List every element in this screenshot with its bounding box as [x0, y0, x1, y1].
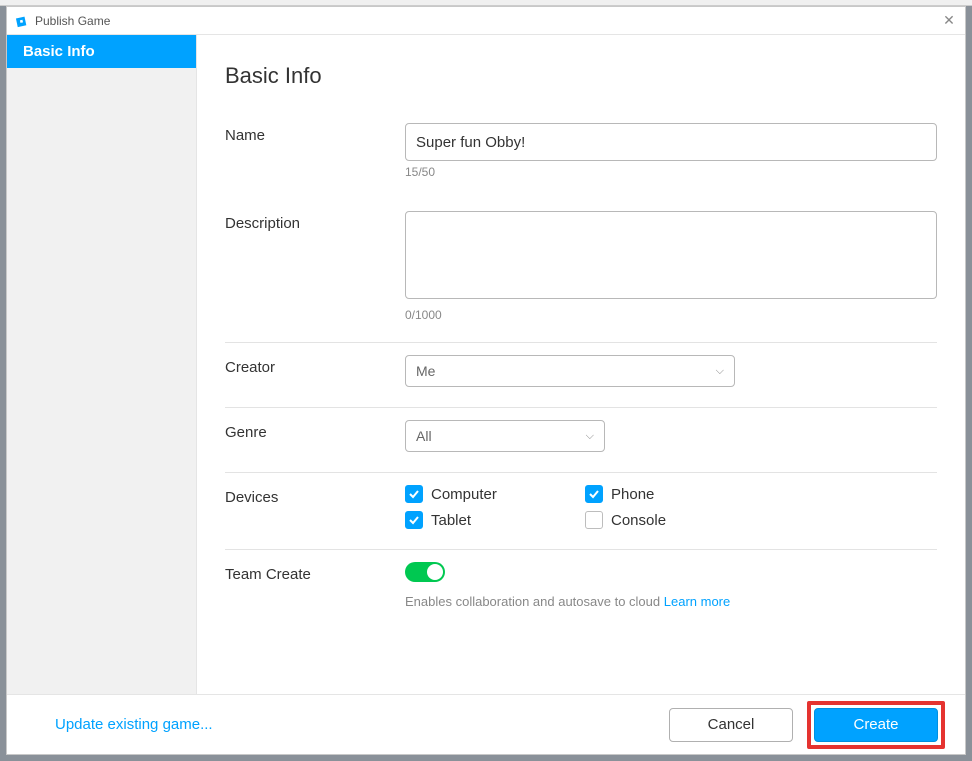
update-existing-link[interactable]: Update existing game...	[55, 716, 213, 733]
checkbox-icon	[405, 511, 423, 529]
team-create-helper: Enables collaboration and autosave to cl…	[405, 594, 937, 609]
row-name: Name 15/50	[225, 111, 937, 199]
checkbox-icon	[585, 485, 603, 503]
row-creator: Creator Me ⌵	[225, 343, 937, 408]
creator-select[interactable]: Me ⌵	[405, 355, 735, 387]
team-create-toggle[interactable]	[405, 562, 445, 582]
content: Basic Info Name 15/50 Description 0/1000	[197, 35, 965, 694]
genre-value: All	[416, 428, 432, 444]
footer: Update existing game... Cancel Create	[7, 694, 965, 754]
devices-label: Devices	[225, 485, 405, 529]
device-phone[interactable]: Phone	[585, 485, 765, 503]
sidebar-item-basic-info[interactable]: Basic Info	[7, 35, 196, 68]
description-counter: 0/1000	[405, 308, 937, 322]
genre-label: Genre	[225, 420, 405, 452]
publish-game-modal: Publish Game ✕ Basic Info Basic Info Nam…	[6, 6, 966, 755]
create-button[interactable]: Create	[814, 708, 938, 742]
name-counter: 15/50	[405, 165, 937, 179]
creator-value: Me	[416, 363, 435, 379]
create-button-highlight: Create	[807, 701, 945, 749]
window-title: Publish Game	[35, 14, 110, 28]
row-description: Description 0/1000	[225, 199, 937, 343]
modal-body: Basic Info Basic Info Name 15/50 Descrip…	[7, 35, 965, 694]
roblox-studio-icon	[15, 14, 29, 28]
device-label: Tablet	[431, 512, 471, 529]
row-genre: Genre All ⌵	[225, 408, 937, 473]
chevron-down-icon: ⌵	[586, 430, 594, 443]
sidebar-item-label: Basic Info	[23, 43, 95, 60]
description-label: Description	[225, 211, 405, 322]
cancel-button[interactable]: Cancel	[669, 708, 793, 742]
team-create-label: Team Create	[225, 562, 405, 609]
sidebar: Basic Info	[7, 35, 197, 694]
description-input[interactable]	[405, 211, 937, 299]
row-team-create: Team Create Enables collaboration and au…	[225, 550, 937, 629]
name-label: Name	[225, 123, 405, 179]
chevron-down-icon: ⌵	[716, 365, 724, 378]
name-input[interactable]	[405, 123, 937, 161]
toggle-knob	[427, 564, 443, 580]
device-computer[interactable]: Computer	[405, 485, 585, 503]
page-title: Basic Info	[225, 63, 937, 89]
row-devices: Devices Computer Phone Table	[225, 473, 937, 550]
genre-select[interactable]: All ⌵	[405, 420, 605, 452]
device-label: Console	[611, 512, 666, 529]
titlebar: Publish Game ✕	[7, 7, 965, 35]
creator-label: Creator	[225, 355, 405, 387]
checkbox-icon	[585, 511, 603, 529]
close-button[interactable]: ✕	[941, 13, 957, 29]
device-label: Computer	[431, 486, 497, 503]
checkbox-icon	[405, 485, 423, 503]
device-tablet[interactable]: Tablet	[405, 511, 585, 529]
device-console[interactable]: Console	[585, 511, 765, 529]
learn-more-link[interactable]: Learn more	[664, 594, 730, 609]
device-label: Phone	[611, 486, 654, 503]
